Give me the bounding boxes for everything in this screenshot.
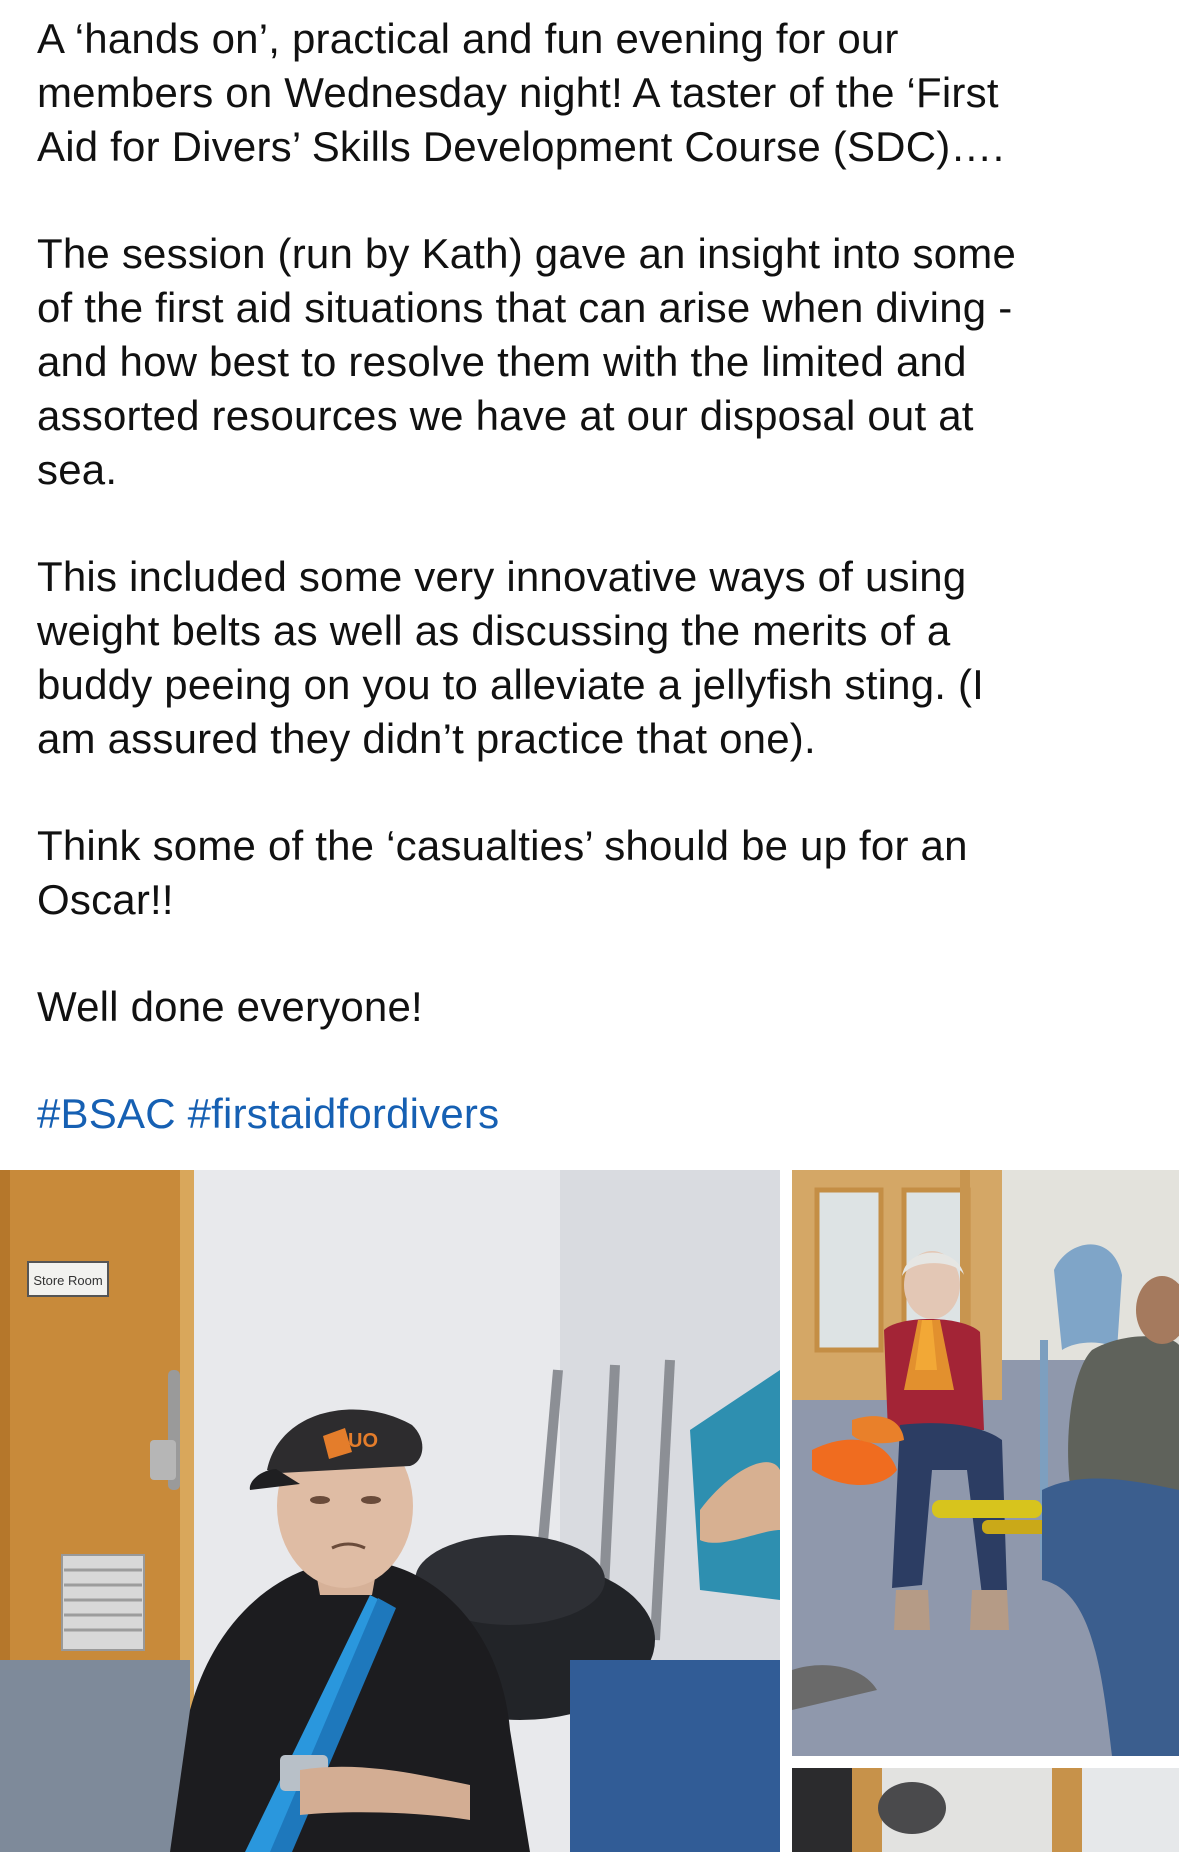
photo-right-top-scene [792, 1170, 1179, 1756]
post-paragraph-4: Think some of the ‘casualties’ should be… [37, 822, 968, 923]
post-paragraph-1: A ‘hands on’, practical and fun evening … [37, 15, 1005, 170]
door-sign: Store Room [33, 1273, 102, 1288]
photo-right-bottom-scene [792, 1768, 1179, 1852]
post-paragraph-2: The session (run by Kath) gave an insigh… [37, 230, 1017, 493]
post-paragraph-3: This included some very innovative ways … [37, 553, 985, 762]
photo-leg-splint-with-weight-belt[interactable] [792, 1170, 1179, 1756]
hashtag-bsac[interactable]: #BSAC [37, 1090, 176, 1137]
photo-casualty-with-blue-belt[interactable]: Store Room UO [0, 1170, 780, 1852]
post-paragraph-5: Well done everyone! [37, 983, 423, 1030]
post-text: A ‘hands on’, practical and fun evening … [37, 12, 1147, 1194]
photo-main-scene: Store Room UO [0, 1170, 780, 1852]
hashtag-line: #BSAC #firstaidfordivers [37, 1087, 1147, 1141]
cap-logo: UO [348, 1430, 378, 1452]
photo-gallery: Store Room UO [0, 1170, 1179, 1852]
photo-additional-thumbnail[interactable] [792, 1768, 1179, 1852]
hashtag-firstaidfordivers[interactable]: #firstaidfordivers [188, 1090, 500, 1137]
